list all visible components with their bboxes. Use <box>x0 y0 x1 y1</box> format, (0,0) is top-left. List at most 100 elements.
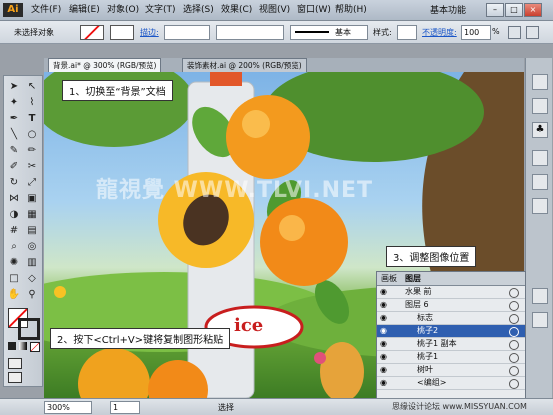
layer-row[interactable]: ◉ 标志 <box>377 312 525 325</box>
shape-builder-tool-icon[interactable]: ◑ <box>6 208 22 222</box>
blend-tool-icon[interactable]: ◎ <box>24 240 40 254</box>
variable-width-field[interactable] <box>216 25 284 40</box>
scale-tool-icon[interactable]: ⤢ <box>24 176 40 190</box>
fill-swatch[interactable] <box>80 25 104 40</box>
workspace-switcher[interactable]: 基本功能 <box>430 3 466 16</box>
menu-view[interactable]: 视图(V) <box>256 3 293 17</box>
pencil-tool-icon[interactable]: ✏ <box>24 144 40 158</box>
stroke-panel-icon[interactable] <box>532 150 548 166</box>
ellipse-tool-icon[interactable]: ○ <box>24 128 40 142</box>
appearance-panel-icon[interactable] <box>532 288 548 304</box>
style-field[interactable] <box>397 25 417 40</box>
type-tool-icon[interactable]: T <box>24 112 40 126</box>
stroke-swatch[interactable] <box>110 25 134 40</box>
target-circle-icon[interactable] <box>509 301 519 311</box>
panel-menu-icon[interactable] <box>526 26 539 39</box>
eyedropper-tool-icon[interactable]: ⌕ <box>6 240 22 254</box>
blob-brush-tool-icon[interactable]: ✐ <box>6 160 22 174</box>
transparency-panel-icon[interactable] <box>532 198 548 214</box>
minimize-button[interactable]: – <box>486 3 504 17</box>
selection-tool-icon[interactable]: ➤ <box>6 80 22 94</box>
visibility-eye-icon[interactable]: ◉ <box>380 300 389 309</box>
zoom-tool-icon[interactable]: ⚲ <box>24 288 40 302</box>
recolor-icon[interactable] <box>508 26 521 39</box>
layer-row[interactable]: ◉ <编组> <box>377 377 525 390</box>
artboard-tool-icon[interactable]: □ <box>6 272 22 286</box>
menu-effect[interactable]: 效果(C) <box>218 3 255 17</box>
visibility-eye-icon[interactable]: ◉ <box>380 378 389 387</box>
direct-selection-tool-icon[interactable]: ↖ <box>24 80 40 94</box>
opacity-field[interactable]: 100 <box>461 25 491 40</box>
visibility-eye-icon[interactable]: ◉ <box>380 326 389 335</box>
free-transform-tool-icon[interactable]: ▣ <box>24 192 40 206</box>
tab-decoration-doc[interactable]: 装饰素材.ai @ 200% (RGB/预览) <box>182 58 307 72</box>
visibility-eye-icon[interactable]: ◉ <box>380 287 389 296</box>
fruit-bottom-left <box>78 348 150 398</box>
tab-layers[interactable]: 图层 <box>405 273 421 284</box>
line-tool-icon[interactable]: ╲ <box>6 128 22 142</box>
visibility-eye-icon[interactable]: ◉ <box>380 339 389 348</box>
menu-window[interactable]: 窗口(W) <box>294 3 334 17</box>
stroke-color-box[interactable] <box>18 318 40 340</box>
lasso-tool-icon[interactable]: ⌇ <box>24 96 40 110</box>
tab-artboards[interactable]: 画板 <box>381 273 397 284</box>
visibility-eye-icon[interactable]: ◉ <box>380 365 389 374</box>
color-panel-icon[interactable] <box>532 74 548 90</box>
layer-row[interactable]: ◉ 树叶 <box>377 364 525 377</box>
target-circle-icon[interactable] <box>509 314 519 324</box>
tab-background-doc[interactable]: 背景.ai* @ 300% (RGB/预览) <box>48 58 162 72</box>
width-tool-icon[interactable]: ⋈ <box>6 192 22 206</box>
zoom-level-field[interactable]: 300% <box>44 401 92 414</box>
menu-select[interactable]: 选择(S) <box>180 3 217 17</box>
target-circle-icon[interactable] <box>509 340 519 350</box>
gradient-panel-icon[interactable] <box>532 174 548 190</box>
swatches-panel-icon[interactable] <box>532 98 548 114</box>
menu-help[interactable]: 帮助(H) <box>332 3 370 17</box>
mesh-tool-icon[interactable]: # <box>6 224 22 238</box>
rotate-tool-icon[interactable]: ↻ <box>6 176 22 190</box>
magic-wand-tool-icon[interactable]: ✦ <box>6 96 22 110</box>
layer-row-selected[interactable]: ◉ 桃子2 <box>377 325 525 338</box>
paintbrush-tool-icon[interactable]: ✎ <box>6 144 22 158</box>
color-mode-icon[interactable] <box>8 342 16 350</box>
callout-step-3: 3、调整图像位置 <box>386 246 477 267</box>
target-circle-icon[interactable] <box>509 288 519 298</box>
symbol-sprayer-tool-icon[interactable]: ✺ <box>6 256 22 270</box>
menu-file[interactable]: 文件(F) <box>28 3 64 17</box>
symbols-panel-icon[interactable]: ♣ <box>532 122 548 138</box>
stroke-weight-field[interactable] <box>164 25 210 40</box>
opacity-label[interactable]: 不透明度: <box>422 27 457 38</box>
layer-row[interactable]: ◉ 水果 前 <box>377 286 525 299</box>
draw-mode-icon[interactable] <box>8 358 22 369</box>
gradient-mode-icon[interactable] <box>19 342 27 350</box>
slice-tool-icon[interactable]: ◇ <box>24 272 40 286</box>
layer-row[interactable]: ◉ 桃子1 <box>377 351 525 364</box>
current-tool-status: 选择 <box>218 403 234 412</box>
brush-definition-field[interactable]: 基本 <box>290 25 368 40</box>
menu-type[interactable]: 文字(T) <box>142 3 179 17</box>
target-circle-icon[interactable] <box>509 379 519 389</box>
menu-edit[interactable]: 编辑(E) <box>66 3 103 17</box>
stroke-label[interactable]: 描边: <box>140 27 159 38</box>
visibility-eye-icon[interactable]: ◉ <box>380 313 389 322</box>
screen-mode-icon[interactable] <box>8 372 22 383</box>
layer-row[interactable]: ◉ 图层 6 <box>377 299 525 312</box>
scissors-tool-icon[interactable]: ✂ <box>24 160 40 174</box>
hand-tool-icon[interactable]: ✋ <box>6 288 22 302</box>
perspective-grid-tool-icon[interactable]: ▦ <box>24 208 40 222</box>
close-button[interactable]: × <box>524 3 542 17</box>
column-graph-tool-icon[interactable]: ▥ <box>24 256 40 270</box>
none-mode-icon[interactable] <box>30 342 40 352</box>
target-circle-icon[interactable] <box>509 353 519 363</box>
gradient-tool-icon[interactable]: ▤ <box>24 224 40 238</box>
maximize-button[interactable]: □ <box>505 3 523 17</box>
menu-object[interactable]: 对象(O) <box>104 3 142 17</box>
artboard-number-field[interactable]: 1 <box>110 401 140 414</box>
layer-row[interactable]: ◉ 桃子1 副本 <box>377 338 525 351</box>
target-circle-icon[interactable] <box>509 366 519 376</box>
layers-panel-icon[interactable] <box>532 312 548 328</box>
target-circle-icon[interactable] <box>509 327 519 337</box>
app-logo: Ai <box>3 3 23 17</box>
pen-tool-icon[interactable]: ✒ <box>6 112 22 126</box>
visibility-eye-icon[interactable]: ◉ <box>380 352 389 361</box>
